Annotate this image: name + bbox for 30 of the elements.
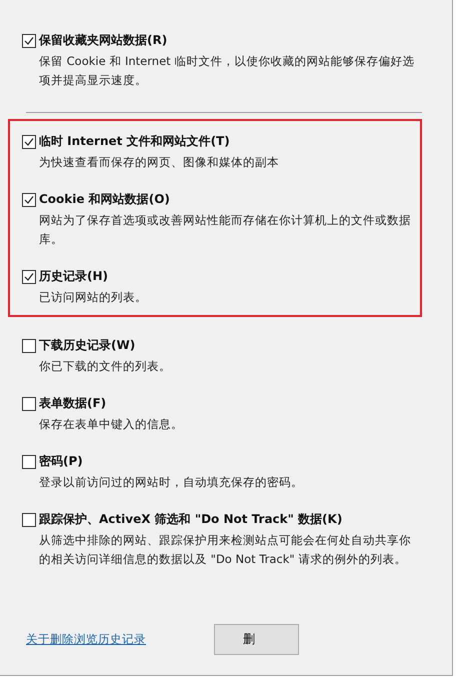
check-icon — [24, 136, 34, 146]
checkbox[interactable] — [22, 34, 36, 48]
option-label: 下载历史记录(W) — [39, 337, 136, 354]
option-label: Cookie 和网站数据(O) — [39, 191, 170, 208]
option-description: 保留 Cookie 和 Internet 临时文件，以使你收藏的网站能够保存偏好选项并提高显示速度。 — [38, 53, 416, 89]
checkbox[interactable] — [22, 338, 36, 352]
check-icon — [24, 194, 34, 204]
option-label: 临时 Internet 文件和网站文件(T) — [39, 133, 230, 150]
checkbox[interactable] — [22, 192, 36, 206]
checkbox[interactable] — [22, 512, 36, 526]
checkbox[interactable] — [22, 134, 36, 148]
option-label: 密码(P) — [39, 453, 83, 470]
checkbox[interactable] — [22, 396, 36, 410]
option-description: 你已下载的文件的列表。 — [38, 358, 172, 375]
option-label: 保留收藏夹网站数据(R) — [39, 32, 168, 49]
option-label: 跟踪保护、ActiveX 筛选和 "Do Not Track" 数据(K) — [39, 511, 342, 528]
help-link[interactable]: 关于删除浏览历史记录 — [26, 632, 146, 647]
option-description: 登录以前访问过的网站时，自动填充保存的密码。 — [38, 474, 304, 491]
check-icon — [24, 272, 34, 282]
delete-button[interactable]: 删 — [214, 624, 299, 655]
check-icon — [24, 36, 34, 46]
option-description: 已访问网站的列表。 — [38, 289, 148, 306]
checkbox[interactable] — [22, 270, 36, 284]
option-description: 为快速查看而保存的网页、图像和媒体的副本 — [38, 154, 280, 171]
option-label: 历史记录(H) — [39, 268, 108, 285]
option-label: 表单数据(F) — [39, 395, 106, 412]
checkbox[interactable] — [22, 454, 36, 468]
option-description: 保存在表单中键入的信息。 — [38, 416, 184, 433]
option-description: 从筛选中排除的网站、跟踪保护用来检测站点可能会在何处自动共享你的相关访问详细信息的数据以及 "Do Not Track" 请求的例外的列表。 — [38, 532, 412, 568]
option-description: 网站为了保存首选项或改善网站性能而存储在你计算机上的文件或数据库。 — [38, 212, 412, 248]
